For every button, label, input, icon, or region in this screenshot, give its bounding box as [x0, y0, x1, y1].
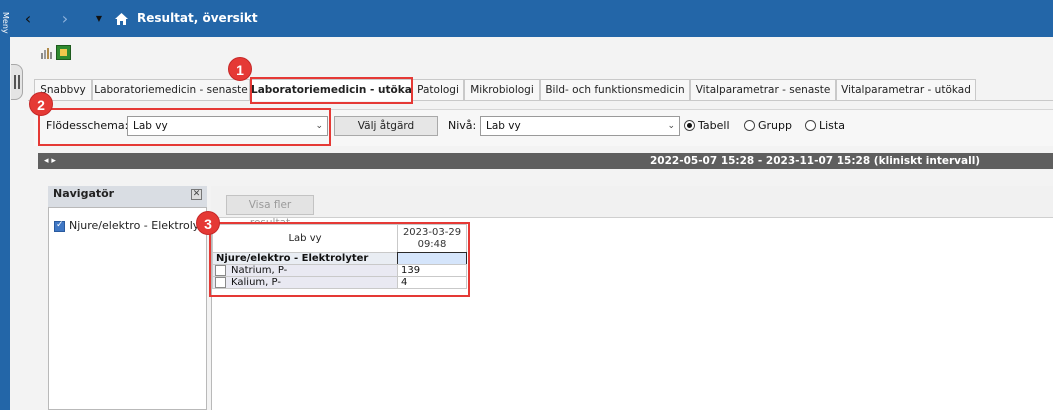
- navigator-checkbox[interactable]: [54, 220, 65, 232]
- callout-box-1: [250, 77, 413, 104]
- tabell-label[interactable]: Tabell: [698, 119, 730, 132]
- valj-atgard-button[interactable]: Välj åtgärd: [334, 116, 438, 136]
- results-toolbar: [211, 186, 1053, 218]
- chart-icon[interactable]: [40, 46, 54, 60]
- results-area: [211, 186, 1053, 410]
- tab-laboratoriemedicin-senaste[interactable]: Laboratoriemedicin - senaste: [92, 79, 250, 100]
- chevron-down-icon: ⌄: [667, 121, 675, 131]
- export-icon[interactable]: [56, 45, 71, 60]
- menu-handle[interactable]: [11, 64, 23, 100]
- grupp-label[interactable]: Grupp: [758, 119, 792, 132]
- visa-fler-resultat-button[interactable]: Visa fler resultat: [226, 195, 314, 229]
- callout-badge-2: 2: [29, 92, 53, 116]
- callout-badge-3: 3: [196, 211, 220, 235]
- history-dropdown-icon[interactable]: ▼: [92, 0, 106, 37]
- menu-strip[interactable]: [0, 0, 10, 410]
- date-nav-arrows[interactable]: ◂ ▸: [44, 153, 56, 169]
- date-interval-text: 2022-05-07 15:28 - 2023-11-07 15:28 (kli…: [650, 155, 981, 167]
- page-title: Resultat, översikt: [137, 11, 258, 25]
- tab-patologi[interactable]: Patologi: [412, 79, 464, 100]
- tab-bild-och-funktionsmedicin[interactable]: Bild- och funktionsmedicin: [540, 79, 690, 100]
- grupp-radio[interactable]: [744, 120, 755, 131]
- niva-value: Lab vy: [486, 120, 521, 132]
- callout-box-2: [38, 108, 331, 146]
- navigator-title: Navigatör: [53, 187, 115, 200]
- niva-label: Nivå:: [448, 119, 477, 132]
- close-icon[interactable]: ✕: [191, 189, 202, 200]
- tabell-radio[interactable]: [684, 120, 695, 131]
- tab-vitalparametrar-senaste[interactable]: Vitalparametrar - senaste: [690, 79, 836, 100]
- lista-label[interactable]: Lista: [819, 119, 845, 132]
- niva-select[interactable]: Lab vy ⌄: [480, 116, 680, 136]
- lista-radio[interactable]: [805, 120, 816, 131]
- menu-label[interactable]: Meny: [0, 4, 10, 42]
- navigator-item[interactable]: Njure/elektro - Elektrolyter: [69, 218, 205, 234]
- home-icon[interactable]: [112, 0, 130, 37]
- callout-badge-1: 1: [228, 57, 252, 81]
- callout-box-3: [209, 222, 470, 297]
- tab-vitalparametrar-utokad[interactable]: Vitalparametrar - utökad: [836, 79, 976, 100]
- tab-mikrobiologi[interactable]: Mikrobiologi: [464, 79, 540, 100]
- forward-icon[interactable]: ›: [55, 0, 75, 37]
- back-icon[interactable]: ‹: [18, 0, 38, 37]
